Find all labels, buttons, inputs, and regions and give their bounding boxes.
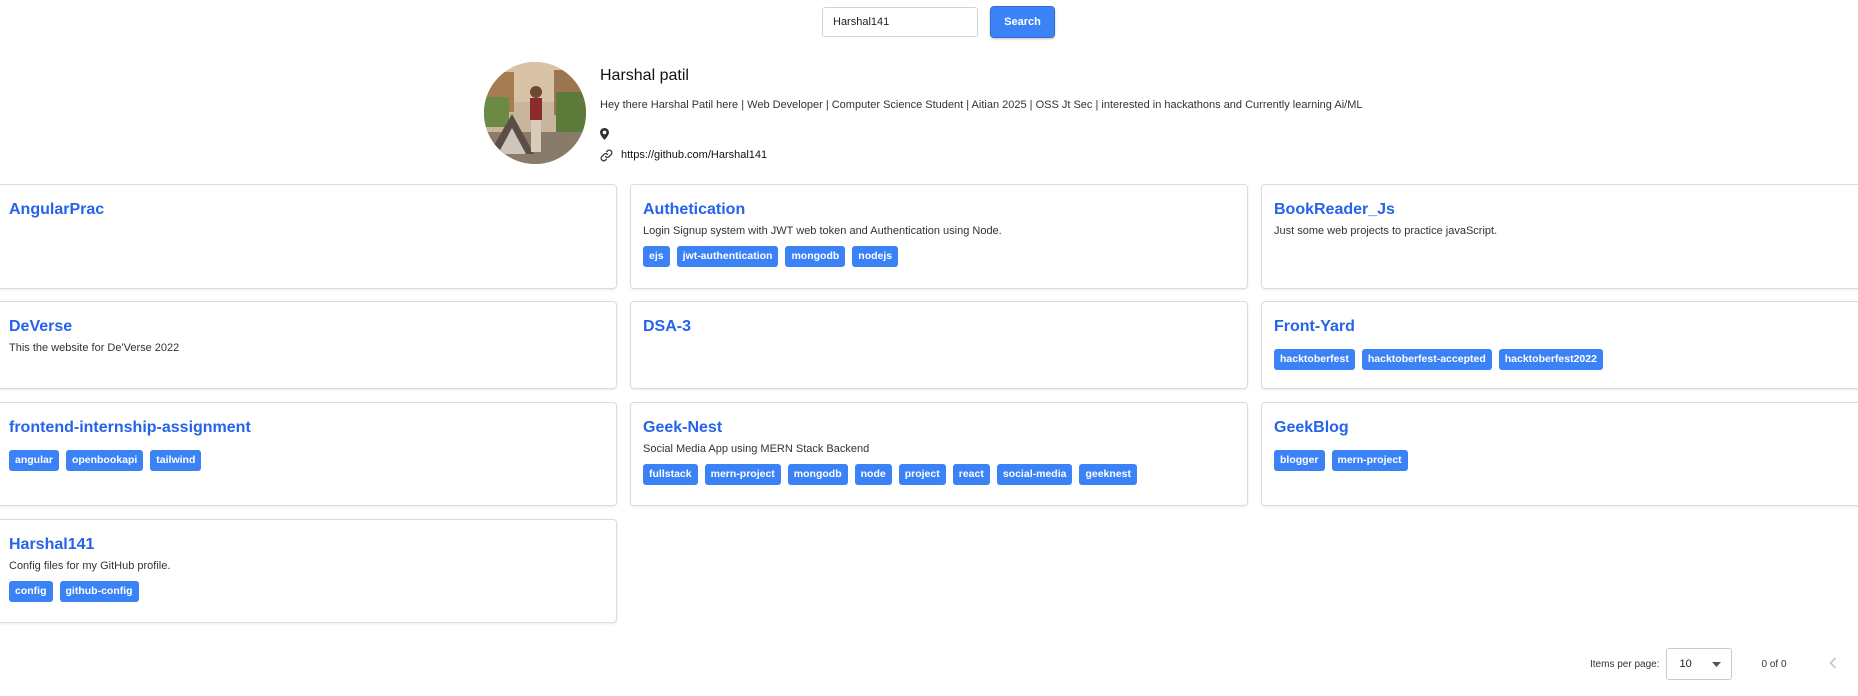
topic-tag[interactable]: mern-project: [704, 464, 781, 485]
topic-tag[interactable]: mongodb: [785, 246, 846, 267]
topic-tag[interactable]: mongodb: [787, 464, 848, 485]
topic-tag[interactable]: hacktoberfest: [1274, 349, 1355, 370]
repo-description: Login Signup system with JWT web token a…: [643, 225, 1002, 237]
topic-tag[interactable]: openbookapi: [65, 450, 144, 471]
search-input[interactable]: [822, 7, 978, 37]
repo-title[interactable]: frontend-internship-assignment: [9, 418, 604, 438]
topic-tag[interactable]: nodejs: [852, 246, 899, 267]
topic-tag[interactable]: tailwind: [150, 450, 202, 471]
repo-title[interactable]: GeekBlog: [1274, 418, 1858, 438]
repo-title[interactable]: Harshal141: [9, 535, 604, 555]
topic-list: hacktoberfest hacktoberfest-accepted hac…: [1274, 349, 1858, 370]
repo-title[interactable]: AngularPrac: [9, 200, 604, 220]
profile-name: Harshal patil: [600, 67, 689, 84]
topic-tag[interactable]: jwt-authentication: [676, 246, 779, 267]
repo-card[interactable]: AngularPrac: [0, 184, 617, 289]
paginator: Items per page: 10 0 of 0: [1590, 648, 1837, 680]
avatar: [484, 62, 586, 164]
repo-description: Just some web projects to practice javaS…: [1274, 225, 1498, 237]
topic-tag[interactable]: react: [952, 464, 990, 485]
repo-card[interactable]: Geek-Nest Social Media App using MERN St…: [630, 402, 1248, 506]
repo-title[interactable]: DSA-3: [643, 317, 1235, 337]
map-pin-icon: [600, 128, 609, 140]
topic-tag[interactable]: project: [898, 464, 946, 485]
repo-card[interactable]: Authetication Login Signup system with J…: [630, 184, 1248, 289]
repo-description: Social Media App using MERN Stack Backen…: [643, 443, 870, 455]
repo-card[interactable]: DeVerse This the website for De'Verse 20…: [0, 301, 617, 389]
profile-location: [600, 126, 1363, 142]
search-button[interactable]: Search: [990, 6, 1055, 38]
topic-list: fullstack mern-project mongodb node proj…: [643, 464, 1235, 485]
topic-tag[interactable]: angular: [9, 450, 59, 471]
profile-header: Harshal patil Hey there Harshal Patil he…: [484, 62, 1363, 164]
repo-description: This the website for De'Verse 2022: [9, 342, 180, 354]
github-url-link[interactable]: https://github.com/Harshal141: [621, 149, 767, 161]
repo-description: Config files for my GitHub profile.: [9, 560, 171, 572]
topic-tag[interactable]: hacktoberfest2022: [1498, 349, 1603, 370]
chevron-left-icon[interactable]: [1828, 656, 1837, 672]
topic-tag[interactable]: geeknest: [1079, 464, 1137, 485]
topic-list: blogger mern-project: [1274, 450, 1858, 471]
topic-tag[interactable]: config: [9, 581, 53, 602]
topic-tag[interactable]: node: [854, 464, 892, 485]
repo-card[interactable]: BookReader_Js Just some web projects to …: [1261, 184, 1858, 289]
topic-list: angular openbookapi tailwind: [9, 450, 604, 471]
link-icon: [600, 149, 613, 162]
topic-tag[interactable]: fullstack: [643, 464, 698, 485]
items-per-page-label: Items per page:: [1590, 658, 1660, 670]
topic-tag[interactable]: github-config: [59, 581, 139, 602]
search-bar: Search: [822, 6, 1055, 38]
topic-list: config github-config: [9, 581, 604, 602]
topic-tag[interactable]: hacktoberfest-accepted: [1361, 349, 1492, 370]
repo-card[interactable]: frontend-internship-assignment angular o…: [0, 402, 617, 506]
repo-card[interactable]: DSA-3: [630, 301, 1248, 389]
repo-title[interactable]: DeVerse: [9, 317, 604, 337]
repo-card[interactable]: Front-Yard hacktoberfest hacktoberfest-a…: [1261, 301, 1858, 389]
repo-title[interactable]: Front-Yard: [1274, 317, 1858, 337]
topic-tag[interactable]: mern-project: [1331, 450, 1408, 471]
repo-card[interactable]: GeekBlog blogger mern-project: [1261, 402, 1858, 506]
repo-title[interactable]: Geek-Nest: [643, 418, 1235, 438]
profile-link[interactable]: https://github.com/Harshal141: [600, 147, 1363, 163]
topic-tag[interactable]: ejs: [643, 246, 670, 267]
profile-info: Harshal patil Hey there Harshal Patil he…: [600, 62, 1363, 164]
topic-tag[interactable]: social-media: [996, 464, 1073, 485]
range-label: 0 of 0: [1761, 658, 1787, 670]
caret-down-icon: [1712, 658, 1722, 670]
items-per-page-select[interactable]: 10: [1666, 648, 1733, 680]
repo-title[interactable]: Authetication: [643, 200, 1235, 220]
topic-list: ejs jwt-authentication mongodb nodejs: [643, 246, 1235, 267]
repo-title[interactable]: BookReader_Js: [1274, 200, 1858, 220]
items-per-page-value: 10: [1679, 658, 1692, 670]
topic-tag[interactable]: blogger: [1274, 450, 1325, 471]
repo-card[interactable]: Harshal141 Config files for my GitHub pr…: [0, 519, 617, 623]
profile-bio: Hey there Harshal Patil here | Web Devel…: [600, 99, 1363, 111]
